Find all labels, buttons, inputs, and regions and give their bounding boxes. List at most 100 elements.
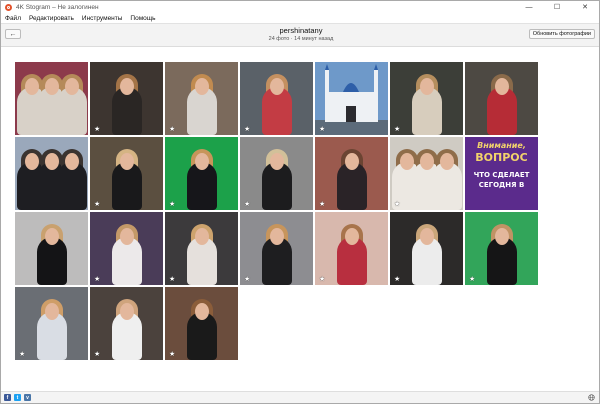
photo-tile[interactable]: ★ (165, 287, 238, 360)
person-face (64, 78, 79, 95)
person-face (194, 78, 209, 95)
star-icon: ★ (94, 201, 101, 208)
photo-tile[interactable]: ★ (15, 287, 88, 360)
promo-text: Внимание, (477, 141, 526, 150)
person-face (24, 153, 39, 170)
star-icon: ★ (394, 126, 401, 133)
app-logo-icon (5, 3, 12, 11)
account-photo-count: 24 фото · 14 минут назад (268, 36, 334, 42)
photo-tile[interactable]: ★ (315, 212, 388, 285)
person-face (344, 153, 359, 170)
star-icon: ★ (469, 276, 476, 283)
close-button[interactable]: ✕ (571, 1, 599, 13)
person-face (419, 78, 434, 95)
star-icon: ★ (19, 351, 26, 358)
star-icon: ★ (319, 201, 326, 208)
person-face (119, 153, 134, 170)
star-icon: ★ (169, 126, 176, 133)
menu-file[interactable]: Файл (5, 15, 21, 22)
star-icon: ★ (319, 126, 326, 133)
title-bar: 4K Stogram – Не залогинен — ☐ ✕ (1, 1, 599, 13)
person-face (44, 78, 59, 95)
window-controls: — ☐ ✕ (515, 1, 599, 13)
photo-tile[interactable]: ★ (240, 62, 313, 135)
twitter-icon[interactable]: t (14, 394, 21, 401)
account-username: pershinatany (279, 26, 323, 35)
star-icon: ★ (319, 276, 326, 283)
photo-tile[interactable]: ★ (240, 212, 313, 285)
star-icon: ★ (244, 276, 251, 283)
person-face (119, 303, 134, 320)
photo-tile[interactable]: ★ (90, 287, 163, 360)
person-face (269, 78, 284, 95)
person-face (44, 228, 59, 245)
vk-icon[interactable]: v (24, 394, 31, 401)
star-icon: ★ (244, 201, 251, 208)
photo-tile[interactable]: ★ (90, 212, 163, 285)
photo-tile[interactable]: ★ (390, 62, 463, 135)
person-face (24, 78, 39, 95)
social-links: ftv (1, 394, 31, 401)
account-header: ← pershinatany 24 фото · 14 минут назад … (1, 23, 599, 47)
promo-text: ВОПРОС (475, 151, 528, 164)
account-info: pershinatany 24 фото · 14 минут назад (201, 26, 401, 43)
person-face (419, 153, 434, 170)
photo-tile[interactable] (15, 62, 88, 135)
person-face (44, 153, 59, 170)
menu-edit[interactable]: Редактировать (29, 15, 74, 22)
mosque-photo (315, 64, 388, 135)
menu-help[interactable]: Помощь (130, 15, 155, 22)
back-button[interactable]: ← (5, 29, 21, 39)
photo-tile[interactable]: ★ (90, 137, 163, 210)
star-icon: ★ (94, 126, 101, 133)
maximize-button[interactable]: ☐ (543, 1, 571, 13)
photo-tile[interactable]: ★ (390, 137, 463, 210)
photo-tile[interactable] (465, 62, 538, 135)
photo-tile[interactable]: ★ (390, 212, 463, 285)
photo-tile[interactable]: ★ (165, 137, 238, 210)
photo-tile[interactable] (15, 137, 88, 210)
photo-tile[interactable]: ★ (315, 62, 388, 135)
promo-text: ЧТО СДЕЛАЕТ (473, 171, 530, 179)
photo-tile[interactable]: Внимание, ВОПРОС ЧТО СДЕЛАЕТ СЕГОДНЯ В (465, 137, 538, 210)
person-face (44, 303, 59, 320)
person-face (439, 153, 454, 170)
person-face (194, 153, 209, 170)
update-photos-button[interactable]: Обновить фотографии (528, 29, 595, 39)
globe-icon[interactable] (588, 394, 595, 401)
person-face (494, 78, 509, 95)
promo-text: СЕГОДНЯ В (478, 181, 525, 189)
star-icon: ★ (169, 276, 176, 283)
person-face (119, 78, 134, 95)
person-face (194, 303, 209, 320)
app-window: 4K Stogram – Не залогинен — ☐ ✕ Файл Ред… (0, 0, 600, 404)
photo-tile[interactable]: ★ (315, 137, 388, 210)
person-face (494, 228, 509, 245)
star-icon: ★ (169, 351, 176, 358)
person-face (64, 153, 79, 170)
star-icon: ★ (394, 201, 401, 208)
menu-tools[interactable]: Инструменты (82, 15, 123, 22)
person-face (419, 228, 434, 245)
photo-tile[interactable]: ★ (165, 62, 238, 135)
minimize-button[interactable]: — (515, 1, 543, 13)
person-face (119, 228, 134, 245)
star-icon: ★ (169, 201, 176, 208)
star-icon: ★ (394, 276, 401, 283)
person-face (269, 153, 284, 170)
person-face (269, 228, 284, 245)
star-icon: ★ (94, 276, 101, 283)
menu-bar: Файл Редактировать Инструменты Помощь (1, 13, 599, 23)
photo-tile[interactable]: ★ (165, 212, 238, 285)
person-face (399, 153, 414, 170)
facebook-icon[interactable]: f (4, 394, 11, 401)
photo-grid: ★ ★ ★ ★ ★ ★ ★ ★ ★ ★ Внимание, ВОПРОС ЧТО СДЕЛАЕТ СЕГО… (15, 62, 545, 360)
photo-tile[interactable]: ★ (90, 62, 163, 135)
photo-tile[interactable]: ★ (465, 212, 538, 285)
person-face (344, 228, 359, 245)
window-title: 4K Stogram – Не залогинен (16, 3, 99, 11)
photo-tile[interactable] (15, 212, 88, 285)
photo-tile[interactable]: ★ (240, 137, 313, 210)
star-icon: ★ (94, 351, 101, 358)
star-icon: ★ (244, 126, 251, 133)
